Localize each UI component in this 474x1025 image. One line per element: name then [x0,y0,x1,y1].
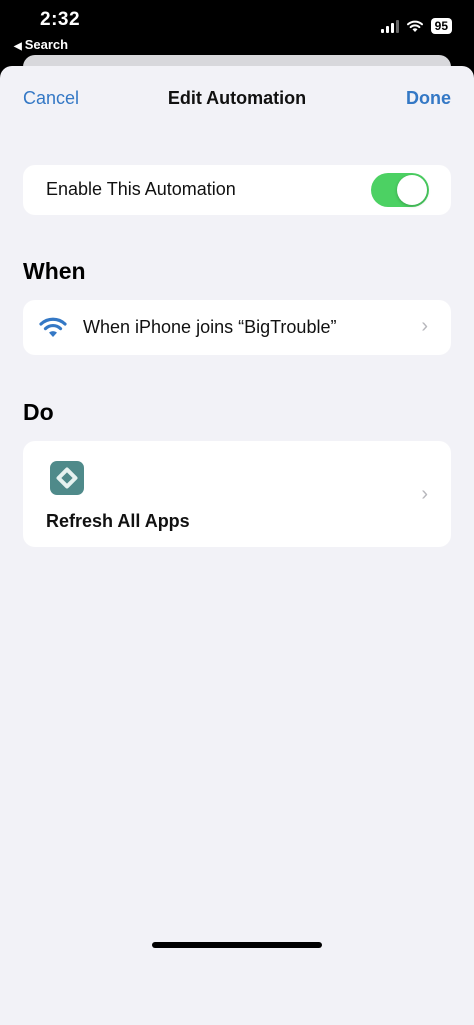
wifi-status-icon [406,20,423,32]
status-bar: 2:32 ◀ Search 95 [0,0,474,62]
chevron-right-icon: › [421,315,428,337]
done-button[interactable]: Done [406,88,451,109]
enable-automation-label: Enable This Automation [46,179,236,199]
app-icon [50,461,84,495]
edit-automation-sheet: Cancel Edit Automation Done Enable This … [0,66,474,1025]
cellular-signal-icon [380,19,399,33]
toggle-knob [397,175,427,205]
status-icons: 95 [380,18,452,34]
page-title: Edit Automation [167,88,307,108]
do-action-label: Refresh All Apps [46,511,190,531]
back-to-search-link[interactable]: ◀ Search [14,37,68,52]
battery-icon: 95 [430,18,452,34]
back-label: Search [24,37,69,52]
back-arrow-icon: ◀ [14,41,22,52]
enable-automation-row: Enable This Automation [23,165,451,215]
navigation-bar: Cancel Edit Automation Done [0,66,474,132]
chevron-right-icon: › [421,483,428,505]
when-trigger-row[interactable]: When iPhone joins “BigTrouble” › [23,300,451,355]
enable-automation-toggle[interactable] [371,173,429,207]
do-section-header: Do [23,399,54,425]
wifi-icon [39,317,67,337]
when-section-header: When [23,258,86,284]
status-time: 2:32 [40,9,81,30]
home-indicator[interactable] [152,942,322,948]
when-trigger-label: When iPhone joins “BigTrouble” [83,317,337,337]
do-action-row[interactable]: Refresh All Apps › [23,441,451,547]
